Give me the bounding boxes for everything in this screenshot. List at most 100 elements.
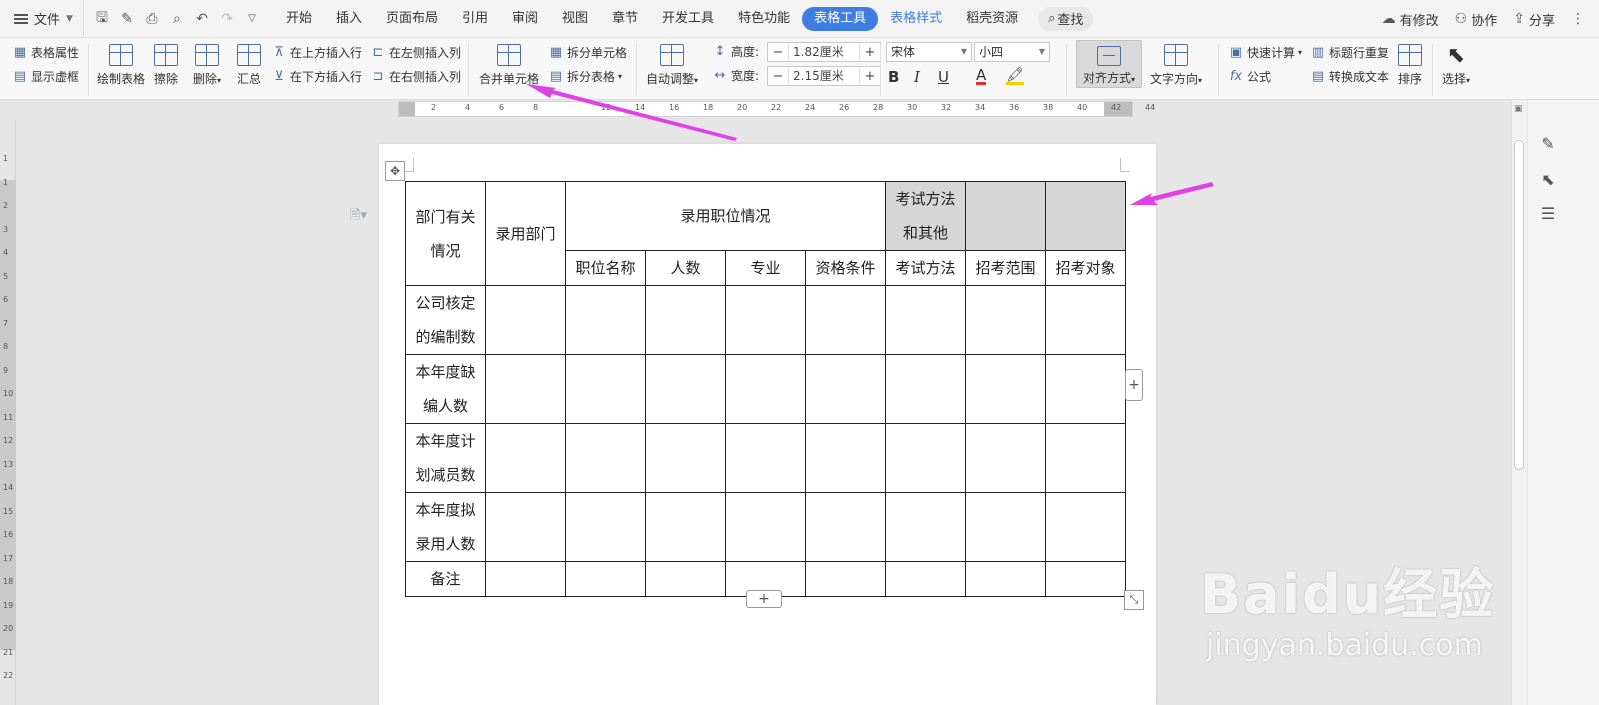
- cell-selected-empty[interactable]: [965, 181, 1047, 251]
- search-button[interactable]: ⌕ 查找: [1038, 6, 1094, 31]
- row-label[interactable]: 本年度缺编人数: [405, 354, 486, 424]
- table-cell[interactable]: [485, 492, 566, 562]
- modified-button[interactable]: ☁ 有修改: [1382, 10, 1439, 29]
- draw-table-button[interactable]: 绘制表格: [97, 44, 145, 87]
- table-cell[interactable]: [804, 354, 887, 424]
- width-increase[interactable]: +: [860, 69, 880, 84]
- undo-icon[interactable]: ↶: [194, 11, 210, 27]
- font-color-button[interactable]: A: [976, 68, 987, 85]
- tab-view[interactable]: 视图: [550, 7, 600, 31]
- table-cell[interactable]: [965, 561, 1047, 597]
- delete-button[interactable]: 删除▾: [193, 44, 221, 87]
- table-cell[interactable]: [485, 285, 566, 355]
- table-cell[interactable]: [485, 354, 566, 424]
- table-cell[interactable]: [1045, 285, 1127, 355]
- more-icon[interactable]: ▽: [244, 13, 260, 24]
- merge-cells-button[interactable]: 合并单元格: [479, 44, 539, 87]
- table-cell[interactable]: [725, 423, 806, 493]
- table-cell[interactable]: [645, 492, 726, 562]
- highlight-button[interactable]: 🖍: [1006, 68, 1024, 85]
- table-cell[interactable]: [965, 285, 1047, 355]
- tab-table-tools[interactable]: 表格工具: [802, 6, 879, 31]
- cell-hire-dept[interactable]: 录用部门: [485, 181, 566, 286]
- table-cell[interactable]: [1045, 492, 1127, 562]
- table-cell[interactable]: [885, 423, 967, 493]
- cell-dept-info[interactable]: 部门有关情况: [405, 181, 486, 286]
- table-move-handle[interactable]: ✥: [385, 161, 405, 181]
- print-icon[interactable]: ⎙: [144, 11, 160, 27]
- to-text-button[interactable]: ▤ 转换成文本: [1310, 68, 1389, 85]
- table-cell[interactable]: [485, 561, 566, 597]
- row-label[interactable]: 本年度计划减员数: [405, 423, 486, 493]
- cell-qualification[interactable]: 资格条件: [804, 250, 887, 286]
- tab-section[interactable]: 章节: [600, 7, 650, 31]
- table-cell[interactable]: [1045, 561, 1127, 597]
- tab-developer[interactable]: 开发工具: [650, 7, 726, 31]
- row-label[interactable]: 备注: [405, 561, 486, 597]
- tab-docer[interactable]: 稻壳资源: [954, 7, 1030, 31]
- horizontal-ruler[interactable]: 2 4 6 8 12 14 16 18 20 22 24 26 28 30 32 34 36 38 40 42 44: [398, 101, 1155, 117]
- formula-button[interactable]: fx 公式: [1228, 68, 1271, 85]
- table-cell[interactable]: [565, 561, 646, 597]
- table-cell[interactable]: [565, 423, 646, 493]
- add-column-button[interactable]: +: [746, 590, 782, 608]
- split-cells-button[interactable]: ▦ 拆分单元格: [548, 44, 627, 61]
- table-cell[interactable]: [885, 492, 967, 562]
- cell-exam-method[interactable]: 考试方法: [885, 250, 967, 286]
- tab-review[interactable]: 审阅: [500, 7, 550, 31]
- table-cell[interactable]: [804, 423, 887, 493]
- more-options-button[interactable]: ⋮: [1571, 11, 1585, 27]
- tab-home[interactable]: 开始: [274, 7, 324, 31]
- cell-headcount[interactable]: 人数: [645, 250, 726, 286]
- tab-insert[interactable]: 插入: [324, 7, 374, 31]
- table-cell[interactable]: [645, 354, 726, 424]
- italic-button[interactable]: I: [914, 68, 920, 86]
- scroll-top-icon[interactable]: ▣: [1514, 104, 1524, 114]
- vertical-ruler[interactable]: 1 1 2 3 4 5 6 7 8 9 10 11 12 13 14 15 16 17 18 19 20 21 22: [0, 120, 16, 705]
- table-cell[interactable]: [725, 285, 806, 355]
- summary-button[interactable]: 汇总: [237, 44, 261, 87]
- table-cell[interactable]: [1045, 423, 1127, 493]
- table-props-button[interactable]: ▦ 表格属性: [12, 44, 79, 61]
- cell-position-name[interactable]: 职位名称: [565, 250, 646, 286]
- row-label[interactable]: 公司核定的编制数: [405, 285, 486, 355]
- table-cell[interactable]: [565, 285, 646, 355]
- height-value[interactable]: 1.82厘米: [788, 43, 860, 61]
- show-grid-button[interactable]: ▤ 显示虚框: [12, 68, 79, 85]
- table-cell[interactable]: [965, 354, 1047, 424]
- table-cell[interactable]: [645, 285, 726, 355]
- print-preview-icon[interactable]: ⌕: [169, 11, 185, 27]
- cell-selected-empty[interactable]: [1045, 181, 1127, 251]
- height-decrease[interactable]: −: [768, 45, 788, 60]
- table-cell[interactable]: [725, 354, 806, 424]
- table-cell[interactable]: [804, 285, 887, 355]
- table-cell[interactable]: [885, 354, 967, 424]
- width-value[interactable]: 2.15厘米: [788, 67, 860, 85]
- table-cell[interactable]: [645, 423, 726, 493]
- insert-below-button[interactable]: ⊻ 在下方插入行: [271, 68, 362, 85]
- insert-above-button[interactable]: ⊼ 在上方插入行: [271, 44, 362, 61]
- document-table[interactable]: 部门有关情况 录用部门 录用职位情况 考试方法和其他 职位名称 人数 专业 资格…: [405, 181, 1127, 597]
- font-name-select[interactable]: 宋体 ▼: [886, 42, 972, 62]
- font-size-select[interactable]: 小四 ▼: [974, 42, 1050, 62]
- row-label[interactable]: 本年度拟录用人数: [405, 492, 486, 562]
- format-painter-icon[interactable]: ✎: [119, 11, 135, 27]
- sort-button[interactable]: 排序: [1398, 44, 1422, 87]
- text-direction-button[interactable]: 文字方向▾: [1150, 44, 1202, 87]
- table-cell[interactable]: [725, 492, 806, 562]
- cell-position-info[interactable]: 录用职位情况: [564, 181, 887, 251]
- table-cell[interactable]: [804, 561, 887, 597]
- tab-page-layout[interactable]: 页面布局: [374, 7, 450, 31]
- erase-button[interactable]: 擦除: [154, 44, 178, 87]
- share-button[interactable]: ⇪ 分享: [1513, 10, 1555, 29]
- scroll-thumb[interactable]: [1514, 140, 1524, 470]
- table-resize-handle[interactable]: ⤡: [1124, 590, 1144, 610]
- collab-button[interactable]: ⚇ 协作: [1455, 10, 1498, 29]
- pointer-icon[interactable]: ⬉: [1538, 170, 1558, 189]
- repeat-header-button[interactable]: ▥ 标题行重复: [1310, 44, 1389, 61]
- table-cell[interactable]: [565, 492, 646, 562]
- insert-right-button[interactable]: ⊐ 在右侧插入列: [370, 68, 461, 85]
- table-cell[interactable]: [804, 492, 887, 562]
- height-increase[interactable]: +: [860, 45, 880, 60]
- split-table-button[interactable]: ▤ 拆分表格 ▾: [548, 68, 622, 85]
